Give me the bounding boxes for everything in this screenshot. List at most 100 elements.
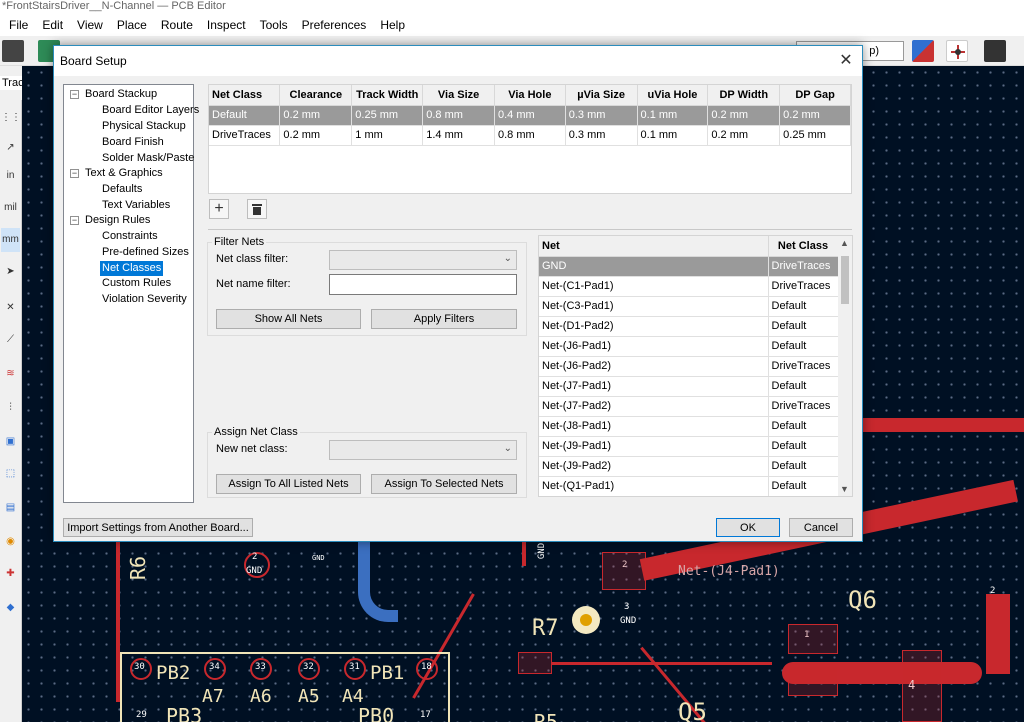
cell-net-class[interactable]: DriveTraces [768, 256, 839, 277]
tree-item-constraints[interactable]: Constraints [102, 229, 158, 244]
cursor-icon[interactable]: ➤ [1, 260, 20, 284]
layer-pair-icon[interactable] [912, 40, 934, 62]
tree-item-text-graphics[interactable]: Text & Graphics [85, 166, 163, 181]
track-highlight-icon[interactable]: ≋ [1, 362, 20, 386]
units-mm[interactable]: mm [1, 228, 20, 252]
net-class-filter-combo[interactable]: ⌄ [329, 250, 517, 270]
grid-icon[interactable]: ⋮⋮ [1, 106, 21, 130]
cancel-button[interactable]: Cancel [789, 518, 853, 537]
pad-display-icon[interactable]: ▤ [1, 496, 20, 520]
tree-item-violation-severity[interactable]: Violation Severity [102, 292, 187, 307]
zone-outline-icon[interactable]: ⬚ [1, 462, 20, 486]
cell-net-class[interactable]: Default [768, 456, 839, 477]
tree-item-solder-mask-paste[interactable]: Solder Mask/Paste [102, 151, 194, 166]
cell-clearance[interactable]: 0.2 mm [279, 125, 353, 146]
cell-via-size[interactable]: 1.4 mm [422, 125, 495, 146]
table-row[interactable]: Net-(Q1-Pad1) Default [539, 476, 839, 496]
cell-net[interactable]: Net-(J7-Pad2) [539, 396, 769, 417]
cell-uvia-size[interactable]: 0.3 mm [565, 105, 638, 126]
table-row[interactable]: Default 0.2 mm 0.25 mm 0.8 mm 0.4 mm 0.3… [209, 105, 851, 126]
cell-dp-width[interactable]: 0.2 mm [707, 125, 781, 146]
scroll-up-icon[interactable]: ▲ [840, 238, 849, 248]
menu-place[interactable]: Place [110, 18, 154, 32]
cell-net-class[interactable]: Default [768, 436, 839, 457]
table-row[interactable]: Net-(J8-Pad1) Default [539, 416, 839, 437]
tree-item-defaults[interactable]: Defaults [102, 182, 142, 197]
cell-net-class[interactable]: Default [768, 476, 839, 496]
cell-net[interactable]: Net-(J6-Pad1) [539, 336, 769, 357]
table-row[interactable]: GND DriveTraces [539, 256, 839, 277]
cell-net[interactable]: Net-(Q1-Pad1) [539, 476, 769, 496]
tree-item-predefined-sizes[interactable]: Pre-defined Sizes [102, 245, 189, 260]
tree-item-custom-rules[interactable]: Custom Rules [102, 276, 171, 291]
collapse-icon[interactable]: − [70, 169, 79, 178]
column-header[interactable]: Net Class [768, 236, 839, 257]
scrollbar-thumb[interactable] [841, 256, 849, 304]
scroll-down-icon[interactable]: ▼ [840, 484, 849, 494]
cell-net[interactable]: Net-(J9-Pad1) [539, 436, 769, 457]
cell-uvia-size[interactable]: 0.3 mm [565, 125, 638, 146]
cell-net-class[interactable]: DriveTraces [209, 125, 281, 146]
tree-item-text-variables[interactable]: Text Variables [102, 198, 170, 213]
column-header[interactable]: Net Class [209, 85, 281, 106]
menu-tools[interactable]: Tools [253, 18, 295, 32]
menu-inspect[interactable]: Inspect [200, 18, 253, 32]
cell-dp-gap[interactable]: 0.2 mm [779, 105, 851, 126]
table-row[interactable]: Net-(C3-Pad1) Default [539, 296, 839, 317]
new-net-class-combo[interactable]: ⌄ [329, 440, 517, 460]
menu-help[interactable]: Help [373, 18, 412, 32]
table-row[interactable]: Net-(C1-Pad1) DriveTraces [539, 276, 839, 297]
cell-net-class[interactable]: DriveTraces [768, 356, 839, 377]
column-header[interactable]: Via Size [422, 85, 495, 106]
via-display-icon[interactable]: ◉ [1, 530, 20, 554]
cell-net[interactable]: Net-(C3-Pad1) [539, 296, 769, 317]
table-row[interactable]: Net-(J7-Pad2) DriveTraces [539, 396, 839, 417]
table-row[interactable]: Net-(J6-Pad2) DriveTraces [539, 356, 839, 377]
collapse-icon[interactable]: − [70, 216, 79, 225]
units-inch[interactable]: in [1, 164, 20, 188]
show-all-nets-button[interactable]: Show All Nets [216, 309, 361, 329]
column-header[interactable]: Via Hole [494, 85, 566, 106]
cell-net[interactable]: Net-(J6-Pad2) [539, 356, 769, 377]
scripting-console-icon[interactable] [984, 40, 1006, 62]
tree-item-net-classes[interactable]: Net Classes [100, 261, 164, 276]
polar-icon[interactable]: ↗ [1, 136, 20, 160]
route-icon[interactable] [946, 40, 968, 62]
column-header[interactable]: Net [539, 236, 769, 257]
menu-file[interactable]: File [2, 18, 35, 32]
cell-uvia-hole[interactable]: 0.1 mm [637, 105, 709, 126]
cell-net-class[interactable]: Default [768, 376, 839, 397]
menu-edit[interactable]: Edit [35, 18, 70, 32]
cell-net[interactable]: Net-(J7-Pad1) [539, 376, 769, 397]
import-settings-button[interactable]: Import Settings from Another Board... [63, 518, 253, 537]
cell-net-class[interactable]: DriveTraces [768, 276, 839, 297]
nets-scrollbar[interactable]: ▲ ▼ [838, 236, 852, 496]
cell-net-class[interactable]: DriveTraces [768, 396, 839, 417]
column-header[interactable]: Track Width [351, 85, 424, 106]
ratsnest-icon[interactable]: ✕ [1, 296, 20, 320]
tree-item-board-stackup[interactable]: Board Stackup [85, 87, 157, 102]
delete-netclass-button[interactable] [247, 199, 267, 219]
tree-item-physical-stackup[interactable]: Physical Stackup [102, 119, 186, 134]
column-header[interactable]: µVia Size [565, 85, 638, 106]
cell-clearance[interactable]: 0.2 mm [279, 105, 353, 126]
ok-button[interactable]: OK [716, 518, 780, 537]
cell-net[interactable]: GND [539, 256, 769, 277]
net-name-filter-input[interactable] [329, 274, 517, 295]
cell-net[interactable]: Net-(D1-Pad2) [539, 316, 769, 337]
add-netclass-button[interactable]: + [209, 199, 229, 219]
assign-selected-nets-button[interactable]: Assign To Selected Nets [371, 474, 517, 494]
cell-track-width[interactable]: 1 mm [351, 125, 424, 146]
table-row[interactable]: Net-(D1-Pad2) Default [539, 316, 839, 337]
table-row[interactable]: Net-(J7-Pad1) Default [539, 376, 839, 397]
cell-net-class[interactable]: Default [209, 105, 281, 126]
layers-icon[interactable]: ◆ [1, 596, 20, 620]
table-row[interactable]: Net-(J9-Pad2) Default [539, 456, 839, 477]
tree-item-board-editor-layers[interactable]: Board Editor Layers [102, 103, 199, 118]
ratsnest-curved-icon[interactable]: ⟋ [1, 328, 20, 352]
menu-view[interactable]: View [70, 18, 110, 32]
collapse-icon[interactable]: − [70, 90, 79, 99]
menu-route[interactable]: Route [154, 18, 200, 32]
cell-net[interactable]: Net-(C1-Pad1) [539, 276, 769, 297]
cell-net-class[interactable]: Default [768, 416, 839, 437]
